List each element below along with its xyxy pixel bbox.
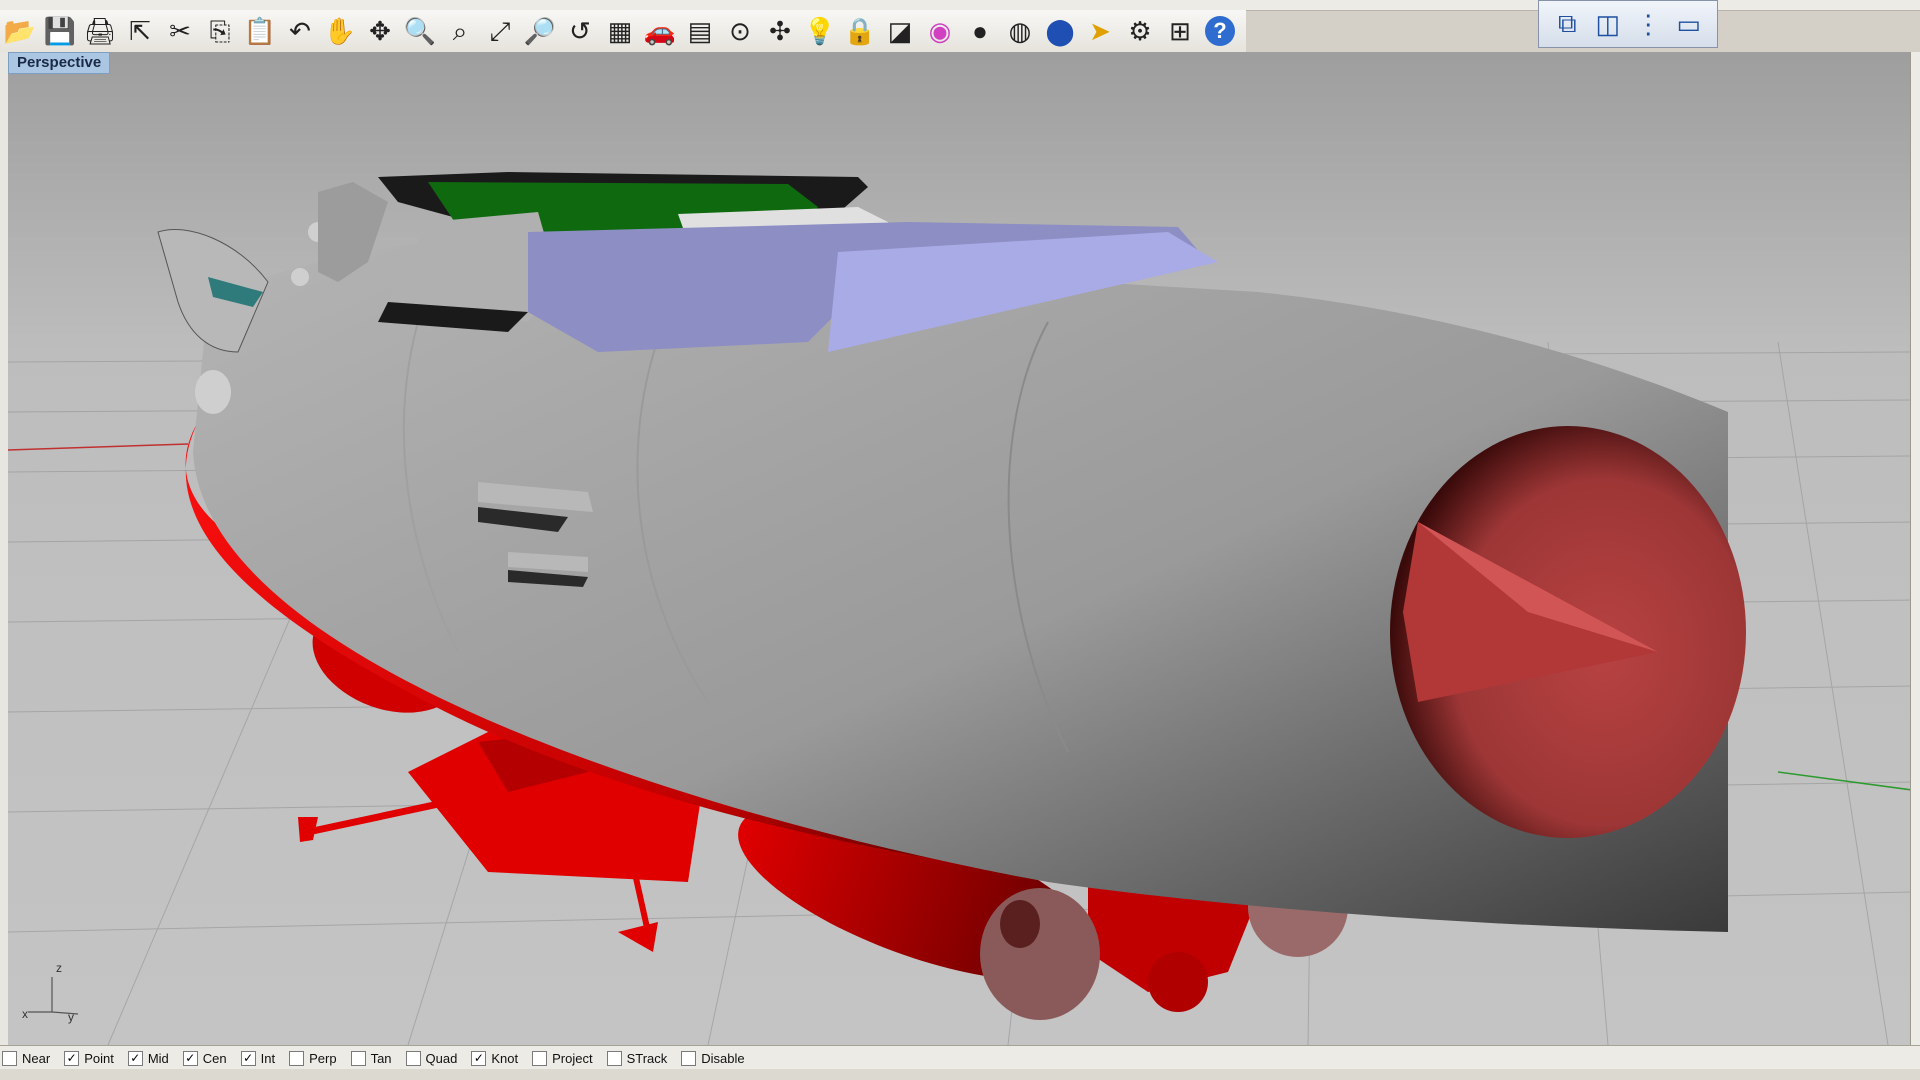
osnap-checkbox[interactable] (289, 1050, 305, 1066)
perspective-viewport[interactable]: z y x (8, 52, 1912, 1045)
osnap-checkbox[interactable] (2, 1050, 17, 1066)
copy-icon[interactable]: ⎘ (200, 11, 240, 51)
osnap-checkbox[interactable]: ✓ (182, 1050, 198, 1066)
osnap-bar: Near ✓ Point ✓ Mid ✓ Cen ✓ Int Perp Tan Quad ✓ Knot Pr… (0, 1045, 1920, 1070)
color-wheel-icon[interactable]: ◉ (920, 11, 960, 51)
osnap-checkbox[interactable]: ✓ (127, 1050, 143, 1066)
osnap-project[interactable]: Project (532, 1050, 593, 1066)
undo-icon[interactable]: ↶ (280, 11, 320, 51)
lock-icon[interactable]: 🔒 (840, 11, 880, 51)
osnap-label: Project (552, 1050, 593, 1066)
circle-snap-icon[interactable]: ⊙ (720, 11, 760, 51)
viewport-vertical-icon[interactable]: ⋮ (1631, 7, 1665, 41)
osnap-label: Mid (147, 1050, 169, 1066)
osnap-strack[interactable]: STrack (606, 1050, 668, 1066)
select-icon[interactable]: ➤ (1080, 11, 1120, 51)
status-bar (0, 1069, 1920, 1080)
viewport-title-tab[interactable]: Perspective (8, 52, 111, 74)
osnap-label: Perp (309, 1050, 337, 1066)
osnap-label: Int (260, 1050, 276, 1066)
axis-label-z: z (56, 961, 62, 975)
open-icon[interactable]: 📂 (0, 11, 40, 51)
viewport-layout-toolbar: ⧉ ◫ ⋮ ▭ (1538, 0, 1718, 48)
axis-label-x: x (22, 1007, 28, 1021)
osnap-checkbox[interactable] (405, 1050, 421, 1066)
osnap-disable[interactable]: Disable (681, 1050, 745, 1066)
layer-icon[interactable]: ◪ (880, 11, 920, 51)
cut-icon[interactable]: ✂ (160, 11, 200, 51)
grid-icon[interactable]: ▤ (680, 11, 720, 51)
save-icon[interactable]: 💾 (40, 11, 80, 51)
right-panel-edge (1910, 52, 1920, 1045)
pan-icon[interactable]: ✋ (320, 11, 360, 51)
osnap-label: Disable (701, 1050, 745, 1066)
osnap-checkbox[interactable] (350, 1050, 366, 1066)
axis-gizmo (28, 977, 79, 1015)
osnap-perp[interactable]: Perp (289, 1050, 337, 1066)
light-icon[interactable]: 💡 (800, 11, 840, 51)
viewport-split-icon[interactable]: ◫ (1591, 7, 1625, 41)
osnap-label: STrack (626, 1050, 668, 1066)
zoom-extents-icon[interactable]: ⤢ (480, 11, 520, 51)
osnap-label: Cen (202, 1050, 227, 1066)
dimension-icon[interactable]: ⊞ (1160, 11, 1200, 51)
wire-sphere-icon[interactable]: ◍ (1000, 11, 1040, 51)
lower-engine-nozzle (980, 888, 1100, 1020)
osnap-tan[interactable]: Tan (350, 1050, 392, 1066)
osnap-label: Point (84, 1050, 114, 1066)
import-icon[interactable]: ⇱ (120, 11, 160, 51)
osnap-checkbox[interactable] (606, 1050, 622, 1066)
viewport-3d-icon[interactable]: ⧉ (1550, 7, 1584, 41)
lower-engine-inner (1000, 900, 1040, 948)
gumball-icon[interactable]: ✣ (760, 11, 800, 51)
osnap-cen[interactable]: ✓ Cen (182, 1050, 227, 1066)
viewport-max-icon[interactable]: ▭ (1672, 7, 1706, 41)
osnap-label: Quad (425, 1050, 458, 1066)
shaded-sphere-icon[interactable]: ● (960, 11, 1000, 51)
osnap-checkbox[interactable] (681, 1050, 697, 1066)
osnap-checkbox[interactable]: ✓ (64, 1050, 80, 1066)
osnap-checkbox[interactable] (532, 1050, 548, 1066)
osnap-knot[interactable]: ✓ Knot (471, 1050, 519, 1066)
zoom-icon[interactable]: 🔍 (400, 11, 440, 51)
undo-view-icon[interactable]: ↺ (560, 11, 600, 51)
render-sphere-icon[interactable]: ⬤ (1040, 11, 1080, 51)
y-axis-line (1777, 771, 1912, 791)
gear-icon[interactable]: ⚙ (1120, 11, 1160, 51)
help-icon[interactable]: ? (1205, 16, 1235, 46)
x-axis-line (8, 443, 189, 451)
osnap-label: Near (22, 1050, 51, 1066)
osnap-mid[interactable]: ✓ Mid (127, 1050, 169, 1066)
rotate-view-icon[interactable]: ✥ (360, 11, 400, 51)
osnap-quad[interactable]: Quad (405, 1050, 458, 1066)
osnap-int[interactable]: ✓ Int (240, 1050, 276, 1066)
zoom-selected-icon[interactable]: 🔎 (520, 11, 560, 51)
osnap-near[interactable]: Near (2, 1050, 51, 1066)
paste-icon[interactable]: 📋 (240, 11, 280, 51)
osnap-label: Knot (491, 1050, 519, 1066)
axis-label-y: y (68, 1010, 74, 1024)
osnap-checkbox[interactable]: ✓ (240, 1050, 256, 1066)
osnap-point[interactable]: ✓ Point (64, 1050, 114, 1066)
standard-toolbar: 📂 💾 🖨 ⇱ ✂ ⎘ 📋 ↶ ✋ ✥ 🔍 ⌕ ⤢ 🔎 ↺ ▦ 🚗 ▤ ⊙ ✣ 💡 🔒 ◪ ◉ ● ◍ ⬤ ➤ ⚙ ⊞? (0, 10, 1246, 53)
osnap-label: Tan (370, 1050, 392, 1066)
viewport-canvas[interactable]: z y x (8, 52, 1912, 1045)
four-viewports-icon[interactable]: ▦ (600, 11, 640, 51)
zoom-window-icon[interactable]: ⌕ (440, 11, 480, 51)
print-icon[interactable]: 🖨 (80, 11, 120, 51)
osnap-checkbox[interactable]: ✓ (471, 1050, 487, 1066)
car-icon[interactable]: 🚗 (640, 11, 680, 51)
